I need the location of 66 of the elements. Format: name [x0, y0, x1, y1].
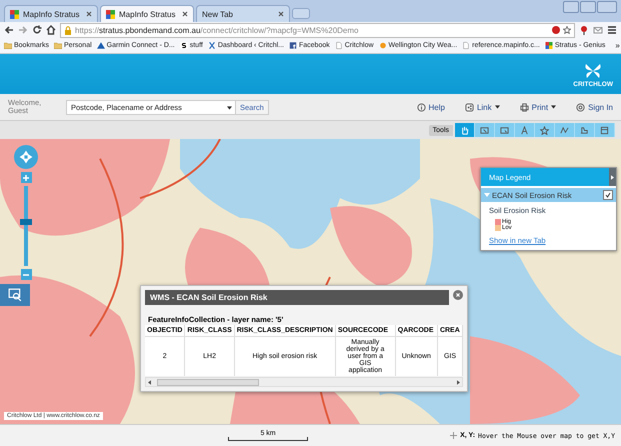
- select-tool-icon: [500, 126, 509, 134]
- lock-icon: [64, 26, 72, 34]
- caret-icon: [494, 105, 500, 109]
- sun-icon: [378, 42, 387, 49]
- hand-icon: [460, 126, 469, 134]
- tiles-icon: [544, 42, 553, 49]
- reload-icon[interactable]: [32, 25, 42, 35]
- right-arrow-icon[interactable]: [457, 380, 460, 384]
- caret-icon[interactable]: [227, 106, 232, 110]
- collapse-button[interactable]: [609, 168, 616, 186]
- page-icon: [462, 42, 470, 49]
- browser-tab[interactable]: MapInfo Stratus: [100, 5, 194, 22]
- header-link[interactable]: Sign In: [576, 102, 613, 112]
- close-icon: [455, 292, 461, 298]
- zoom-out-button[interactable]: [20, 269, 32, 280]
- caret-icon: [551, 105, 556, 109]
- menu-icon[interactable]: [607, 25, 617, 35]
- header-link[interactable]: Print: [520, 102, 556, 112]
- browser-tab[interactable]: MapInfo Stratus: [4, 5, 98, 22]
- search-map-icon: [8, 288, 22, 302]
- share-icon: [464, 102, 474, 112]
- home-icon[interactable]: [46, 25, 56, 35]
- star-icon[interactable]: [563, 26, 571, 34]
- folder-icon: [4, 42, 12, 49]
- star-icon: [540, 126, 549, 134]
- back-icon[interactable]: [4, 25, 14, 35]
- arrow-icon: [611, 174, 614, 180]
- check-icon: [605, 192, 611, 198]
- address-field[interactable]: https://stratus.pbondemand.com.au/connect/critchlow/?mapcfg=WMS%20Demo: [60, 22, 575, 38]
- gear-icon: [576, 102, 586, 112]
- header-link[interactable]: Link: [464, 102, 500, 112]
- plus-icon: [22, 174, 30, 182]
- tool-button[interactable]: [455, 123, 475, 137]
- left-arrow-icon[interactable]: [148, 380, 151, 384]
- close-icon[interactable]: [278, 11, 284, 17]
- triangle-icon: [96, 42, 105, 49]
- polyline-icon: [560, 126, 569, 134]
- folder-icon: [54, 42, 62, 49]
- browser-tab[interactable]: New Tab: [196, 5, 290, 22]
- header-link[interactable]: Help: [416, 102, 445, 112]
- more-bookmarks-button[interactable]: »: [615, 41, 620, 50]
- printer-icon: [520, 102, 529, 112]
- popup-title: WMS - ECAN Soil Erosion Risk: [145, 290, 449, 305]
- measure-icon: [580, 126, 589, 134]
- page-icon: [334, 42, 343, 49]
- panel-icon: [600, 126, 609, 134]
- arrows-icon: [18, 149, 34, 165]
- tiles-icon: [10, 10, 19, 18]
- info-icon: [416, 102, 426, 112]
- mail-icon[interactable]: [593, 25, 603, 35]
- info-tool-icon: [480, 126, 489, 134]
- layers-button[interactable]: [0, 284, 30, 306]
- close-icon[interactable]: [86, 11, 92, 17]
- cross-icon: [208, 42, 216, 49]
- close-icon[interactable]: [182, 11, 188, 17]
- zoom-in-button[interactable]: [20, 172, 32, 183]
- f-logo-icon: [288, 42, 297, 49]
- s-logo-icon: [180, 42, 188, 49]
- horizontal-scrollbar[interactable]: [145, 377, 463, 387]
- crosshair-icon: [450, 432, 458, 439]
- pin-icon[interactable]: [579, 25, 589, 35]
- zoom-slider-thumb[interactable]: [20, 219, 32, 225]
- layer-checkbox[interactable]: [603, 190, 613, 200]
- tiles-icon: [106, 10, 115, 18]
- close-button[interactable]: [453, 290, 463, 300]
- text-tool-icon: [520, 126, 529, 134]
